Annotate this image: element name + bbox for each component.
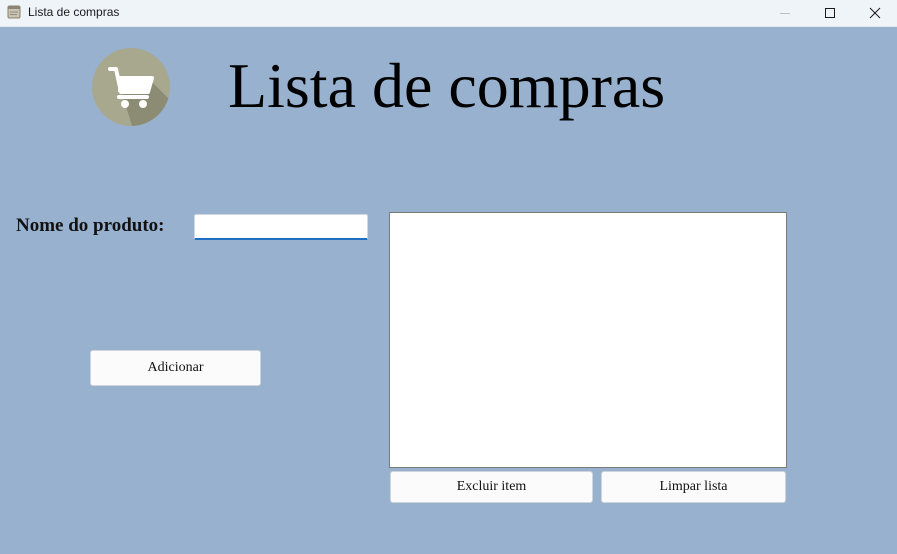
maximize-icon <box>825 8 835 18</box>
product-name-label: Nome do produto: <box>16 215 165 236</box>
product-name-input[interactable] <box>194 214 368 240</box>
shopping-list[interactable] <box>389 212 787 468</box>
app-window: Lista de compras Lista de compras Nome d… <box>0 0 897 554</box>
close-button[interactable] <box>852 0 897 26</box>
delete-item-button[interactable]: Excluir item <box>390 471 593 503</box>
add-button[interactable]: Adicionar <box>90 350 261 386</box>
clear-list-button[interactable]: Limpar lista <box>601 471 786 503</box>
page-title: Lista de compras <box>228 50 666 121</box>
minimize-button[interactable] <box>762 0 808 26</box>
shopping-cart-icon <box>92 48 170 126</box>
title-bar[interactable]: Lista de compras <box>0 0 897 27</box>
close-icon <box>869 7 881 19</box>
minimize-icon <box>780 13 790 14</box>
notepad-icon <box>7 5 21 19</box>
maximize-button[interactable] <box>807 0 853 26</box>
window-title: Lista de compras <box>28 5 120 19</box>
